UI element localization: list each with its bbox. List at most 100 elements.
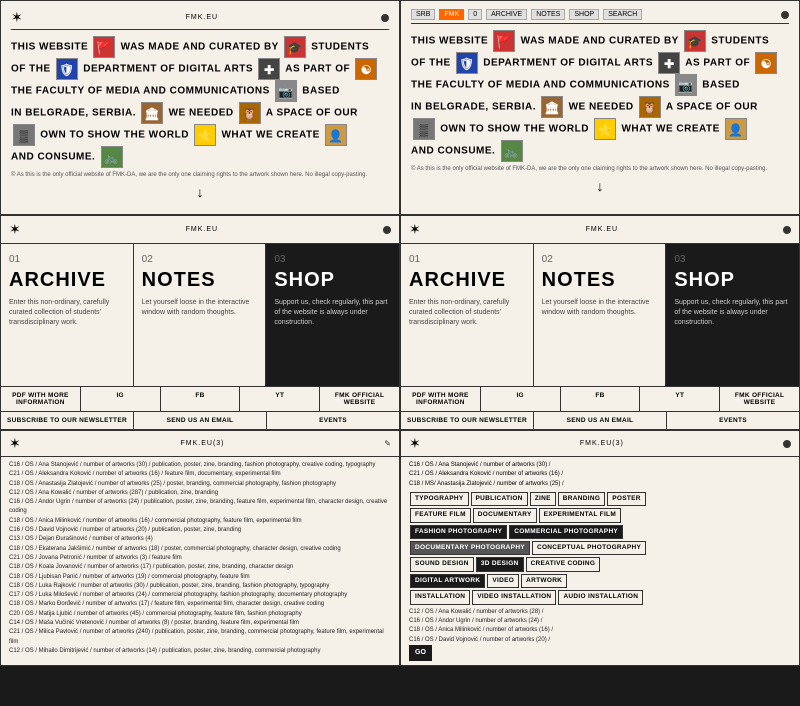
bottom-pdf-right[interactable]: PDF WITH MORE INFORMATION <box>401 387 481 411</box>
tag-item[interactable]: VIDEO <box>487 574 519 588</box>
tag-item[interactable]: ARTWORK <box>521 574 567 588</box>
tag-item[interactable]: DIGITAL ARTWORK <box>410 574 485 588</box>
tag-item[interactable]: ZINE <box>530 492 556 506</box>
nav-shop[interactable]: SHOP <box>569 9 599 20</box>
list-item: C18 / OS / Ekaterana Jakšimić / number o… <box>9 545 391 554</box>
intro-right-dot <box>781 11 789 19</box>
list-item: C20 / OS / Matija Ljubić / number of art… <box>9 610 391 619</box>
bottom-fmk-right[interactable]: FMK OFFICIAL WEBSITE <box>720 387 799 411</box>
section-num-03-right: 03 <box>674 254 791 265</box>
section-shop-right: 03 SHOP Support us, check regularly, thi… <box>666 244 799 386</box>
list-item: C18 / OS / Koala Jovanović / number of a… <box>9 563 391 572</box>
archive-right-panel: ✶ FMK.EU 01 ARCHIVE Enter this non-ordin… <box>400 215 800 430</box>
list-item-partial: C18 / MS/ Anastasija Zlatojević / number… <box>409 481 564 487</box>
archive-left-dot <box>383 226 391 234</box>
section-desc-notes-left: Let yourself loose in the interactive wi… <box>142 298 258 318</box>
tag-item[interactable]: PUBLICATION <box>471 492 528 506</box>
bottom-subscribe-left[interactable]: SUBSCRIBE TO OUR NEWSLETTER <box>1 412 134 429</box>
nav-archive[interactable]: ARCHIVE <box>486 9 527 20</box>
inline-img-cross-r: ✚ <box>658 52 680 74</box>
bottom-ig-right[interactable]: IG <box>481 387 561 411</box>
tag-row: TYPOGRAPHYPUBLICATIONZINEBRANDINGPOSTER <box>409 491 791 507</box>
nav-search[interactable]: SEARCH <box>603 9 642 20</box>
list-left-edit[interactable]: ✎ <box>384 439 391 448</box>
list-item-partial: C21 / OS / Aleksandra Koković / number o… <box>409 471 563 477</box>
section-archive-left: 01 ARCHIVE Enter this non-ordinary, care… <box>1 244 134 386</box>
tag-item[interactable]: TYPOGRAPHY <box>410 492 469 506</box>
inline-img-belgrade: 🏛 <box>141 102 163 124</box>
bottom-fb-left[interactable]: FB <box>161 387 241 411</box>
section-num-01-right: 01 <box>409 254 525 265</box>
tag-item[interactable]: COMMERCIAL PHOTOGRAPHY <box>509 525 623 539</box>
list-right-tags: C16 / OS / Ana Stanojević / number of ar… <box>401 457 799 665</box>
intro-left-text: THIS WEBSITE 🚩 WAS MADE AND CURATED BY 🎓… <box>11 36 389 168</box>
list-left-panel: ✶ FMK.EU(3) ✎ C16 / OS / Ana Stanojević … <box>0 430 400 666</box>
section-num-02-right: 02 <box>542 254 658 265</box>
archive-left-bottom-bar2: SUBSCRIBE TO OUR NEWSLETTER SEND US AN E… <box>1 411 399 429</box>
inline-img-symbol: ☯ <box>355 58 377 80</box>
bottom-pdf-left[interactable]: PDF WITH MORE INFORMATION <box>1 387 81 411</box>
nav-fmk[interactable]: FMK <box>439 9 464 20</box>
tag-item[interactable]: SOUND DESIGN <box>410 557 474 571</box>
tag-item[interactable]: CREATIVE CODING <box>526 557 601 571</box>
intro-right-topbar: SRB FMK 0 ARCHIVE NOTES SHOP SEARCH <box>411 9 789 24</box>
intro-right-arrow: ↓ <box>411 178 789 194</box>
section-num-03-left: 03 <box>274 254 391 265</box>
intro-left-topbar: ✶ FMK.EU <box>11 9 389 30</box>
tag-item[interactable]: VIDEO INSTALLATION <box>472 590 556 604</box>
bottom-yt-left[interactable]: YT <box>240 387 320 411</box>
bottom-fmk-left[interactable]: FMK OFFICIAL WEBSITE <box>320 387 399 411</box>
list-item: C18 / OS / Anica Milinković / number of … <box>409 626 791 635</box>
bottom-subscribe-right[interactable]: SUBSCRIBE TO OUR NEWSLETTER <box>401 412 534 429</box>
tag-item[interactable]: FEATURE FILM <box>410 508 471 522</box>
intro-left-arrow: ↓ <box>11 184 389 200</box>
archive-right-logo: ✶ <box>409 221 421 238</box>
tag-item[interactable]: CONCEPTUAL PHOTOGRAPHY <box>532 541 646 555</box>
tag-row: FASHION PHOTOGRAPHYCOMMERCIAL PHOTOGRAPH… <box>409 524 791 540</box>
tag-item[interactable]: DOCUMENTARY <box>473 508 537 522</box>
go-button[interactable]: GO <box>409 645 432 662</box>
tag-item[interactable]: 3D DESIGN <box>476 557 524 571</box>
tag-item[interactable]: EXPERIMENTAL FILM <box>539 508 621 522</box>
inline-img-shield: 🛡 <box>56 58 78 80</box>
tag-row: DOCUMENTARY PHOTOGRAPHYCONCEPTUAL PHOTOG… <box>409 540 791 556</box>
inline-img-figure: 🎓 <box>284 36 306 58</box>
bottom-fb-right[interactable]: FB <box>561 387 641 411</box>
section-title-shop-left: SHOP <box>274 269 391 292</box>
bottom-events-right[interactable]: EVENTS <box>667 412 799 429</box>
inline-img-star: ⭐ <box>194 124 216 146</box>
nav-srb[interactable]: SRB <box>411 9 435 20</box>
archive-right-url: FMK.EU <box>586 226 618 233</box>
archive-left-sections: 01 ARCHIVE Enter this non-ordinary, care… <box>1 244 399 386</box>
bottom-email-left[interactable]: SEND US AN EMAIL <box>134 412 267 429</box>
tag-item[interactable]: DOCUMENTARY PHOTOGRAPHY <box>410 541 530 555</box>
section-title-archive-right: ARCHIVE <box>409 269 525 292</box>
nav-baggy[interactable]: 0 <box>468 9 482 20</box>
tag-item[interactable]: POSTER <box>607 492 646 506</box>
bottom-ig-left[interactable]: IG <box>81 387 161 411</box>
tag-row: DIGITAL ARTWORKVIDEOARTWORK <box>409 573 791 589</box>
list-item: C21 / OS / Aleksandra Koković / number o… <box>9 470 391 479</box>
list-right-topbar: ✶ FMK.EU(3) <box>401 431 799 457</box>
inline-img-belgrade-r: 🏛 <box>541 96 563 118</box>
archive-left-topbar: ✶ FMK.EU <box>1 216 399 244</box>
intro-right-panel: SRB FMK 0 ARCHIVE NOTES SHOP SEARCH THIS… <box>400 0 800 215</box>
section-desc-shop-right: Support us, check regularly, this part o… <box>674 298 791 327</box>
tag-item[interactable]: FASHION PHOTOGRAPHY <box>410 525 507 539</box>
bottom-events-left[interactable]: EVENTS <box>267 412 399 429</box>
intro-right-nav[interactable]: SRB FMK 0 ARCHIVE NOTES SHOP SEARCH <box>411 9 642 20</box>
list-left-url: FMK.EU(3) <box>181 440 225 447</box>
tag-row: FEATURE FILMDOCUMENTARYEXPERIMENTAL FILM <box>409 507 791 523</box>
bottom-email-right[interactable]: SEND US AN EMAIL <box>534 412 667 429</box>
intro-right-footnote: © As this is the only official website o… <box>411 166 789 174</box>
tag-item[interactable]: AUDIO INSTALLATION <box>558 590 643 604</box>
nav-notes[interactable]: NOTES <box>531 9 565 20</box>
tag-row: INSTALLATIONVIDEO INSTALLATIONAUDIO INST… <box>409 589 791 605</box>
tag-item[interactable]: BRANDING <box>558 492 605 506</box>
archive-left-logo: ✶ <box>9 221 21 238</box>
tag-row: SOUND DESIGN3D DESIGNCREATIVE CODING <box>409 556 791 572</box>
inline-img-owl-r: 🦉 <box>639 96 661 118</box>
tag-item[interactable]: INSTALLATION <box>410 590 470 604</box>
inline-img-flag: 🚩 <box>93 36 115 58</box>
bottom-yt-right[interactable]: YT <box>640 387 720 411</box>
